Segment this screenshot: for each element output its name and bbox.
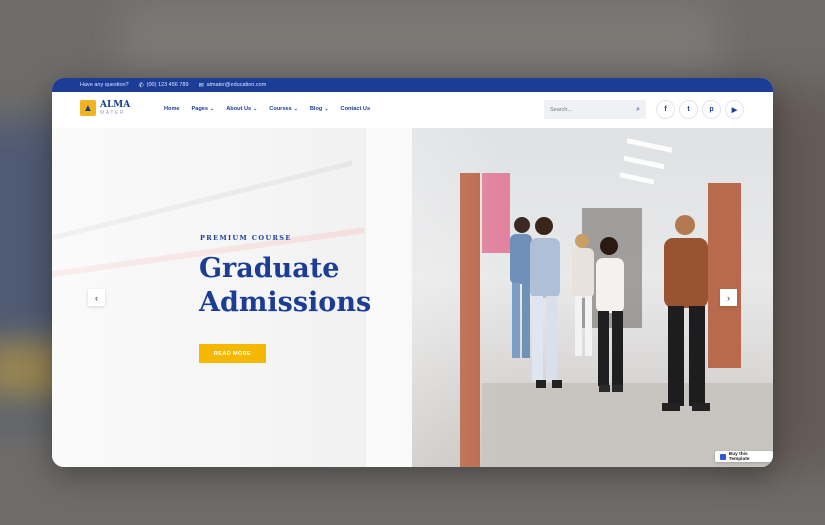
cart-icon xyxy=(720,453,726,460)
twitter-icon[interactable]: t xyxy=(679,100,698,119)
nav-home[interactable]: Home xyxy=(164,106,180,112)
chevron-down-icon: ⌄ xyxy=(210,106,215,112)
email-contact[interactable]: ✉ almater@education.com xyxy=(199,82,267,89)
chevron-left-icon: ‹ xyxy=(95,292,98,303)
phone-icon: ✆ xyxy=(138,82,144,89)
search-box: ⌕ xyxy=(544,100,646,119)
nav-courses[interactable]: Courses ⌄ xyxy=(269,106,298,112)
nav-about-us[interactable]: About Us ⌄ xyxy=(226,106,257,112)
website-preview: Have any question? ✆ (00) 123 456 789 ✉ … xyxy=(52,78,773,467)
mail-icon: ✉ xyxy=(198,82,204,89)
hero-title-line2: Admissions xyxy=(199,287,372,318)
chevron-down-icon: ⌄ xyxy=(324,106,329,112)
youtube-icon[interactable]: ▶ xyxy=(725,100,744,119)
nav-contact-us[interactable]: Contact Us xyxy=(341,106,371,112)
buy-template-badge[interactable]: Buy this Template xyxy=(715,451,773,462)
logo-sub: MATER xyxy=(100,109,126,116)
main-navbar: ▲ ALMA MATER Home Pages ⌄ About Us ⌄ Cours… xyxy=(52,92,773,128)
social-links: f t p ▶ xyxy=(656,100,744,119)
slider-next-button[interactable]: › xyxy=(720,289,737,306)
hero-title: Graduate Admissions xyxy=(199,252,371,320)
main-menu: Home Pages ⌄ About Us ⌄ Courses ⌄ Blog ⌄ Con… xyxy=(164,106,370,112)
chevron-right-icon: › xyxy=(727,292,730,303)
question-text: Have any question? xyxy=(80,82,129,88)
hero-tagline: PREMIUM COURSE xyxy=(200,234,292,242)
facebook-icon[interactable]: f xyxy=(656,100,675,119)
nav-blog[interactable]: Blog ⌄ xyxy=(310,106,329,112)
pinterest-icon[interactable]: p xyxy=(702,100,721,119)
hero-title-line1: Graduate xyxy=(199,253,340,284)
email-address: almater@education.com xyxy=(206,82,267,88)
nav-pages[interactable]: Pages ⌄ xyxy=(192,106,215,112)
chevron-down-icon: ⌄ xyxy=(293,106,298,112)
phone-number: (00) 123 456 789 xyxy=(146,82,189,88)
search-icon[interactable]: ⌕ xyxy=(636,106,640,114)
search-input[interactable] xyxy=(550,106,620,113)
buy-template-label: Buy this Template xyxy=(728,451,750,462)
logo-name: ALMA xyxy=(100,99,131,110)
hero-slider: PREMIUM COURSE Graduate Admissions READ … xyxy=(52,128,773,467)
chevron-down-icon: ⌄ xyxy=(253,106,258,112)
read-more-button[interactable]: READ MORE xyxy=(199,344,266,363)
phone-contact[interactable]: ✆ (00) 123 456 789 xyxy=(139,82,189,89)
slider-prev-button[interactable]: ‹ xyxy=(88,289,105,306)
site-logo[interactable]: ▲ ALMA MATER xyxy=(80,100,130,116)
graduation-cap-icon: ▲ xyxy=(80,100,96,116)
top-info-bar: Have any question? ✆ (00) 123 456 789 ✉ … xyxy=(52,78,773,92)
